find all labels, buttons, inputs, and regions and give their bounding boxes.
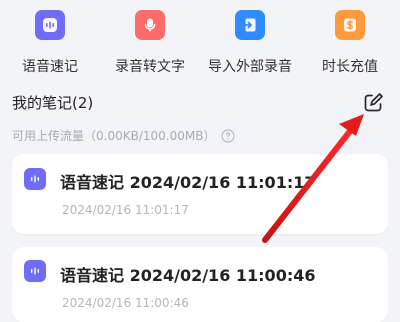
note-title: 语音速记 2024/02/16 11:00:46 xyxy=(60,266,316,285)
edit-icon[interactable] xyxy=(360,90,386,116)
upload-quota-text: 可用上传流量（0.00KB/100.00MB） xyxy=(12,129,216,143)
quick-action-label: 时长充值 xyxy=(322,59,378,75)
upload-quota-line: 可用上传流量（0.00KB/100.00MB） xyxy=(12,127,236,144)
note-title: 语音速记 2024/02/16 11:01:17 xyxy=(60,173,316,192)
import-icon xyxy=(235,10,265,40)
quick-action-recharge[interactable]: 时长充值 xyxy=(300,0,400,82)
recharge-icon xyxy=(335,10,365,40)
quick-action-voice-note[interactable]: 语音速记 xyxy=(0,0,100,82)
quick-action-import-recording[interactable]: 导入外部录音 xyxy=(200,0,300,82)
page-title: 我的笔记(2) xyxy=(12,94,94,112)
quick-action-label: 录音转文字 xyxy=(115,59,185,75)
quick-actions-bar: 语音速记 录音转文字 导入外部录音 时长充值 xyxy=(0,0,400,82)
note-timestamp: 2024/02/16 11:00:46 xyxy=(62,296,189,310)
microphone-icon xyxy=(135,10,165,40)
note-card[interactable]: 语音速记 2024/02/16 11:01:17 2024/02/16 11:0… xyxy=(12,154,388,234)
help-icon[interactable] xyxy=(221,128,236,143)
quick-action-record-to-text[interactable]: 录音转文字 xyxy=(100,0,200,82)
waveform-icon xyxy=(24,168,46,190)
screen: 语音速记 录音转文字 导入外部录音 时长充值 我的笔记(2) 可用上传流量（0.… xyxy=(0,0,400,322)
waveform-icon xyxy=(35,10,65,40)
waveform-icon xyxy=(24,260,46,282)
note-timestamp: 2024/02/16 11:01:17 xyxy=(62,203,189,217)
quick-action-label: 导入外部录音 xyxy=(208,59,292,75)
quick-action-label: 语音速记 xyxy=(22,59,78,75)
note-card[interactable]: 语音速记 2024/02/16 11:00:46 2024/02/16 11:0… xyxy=(12,247,388,322)
